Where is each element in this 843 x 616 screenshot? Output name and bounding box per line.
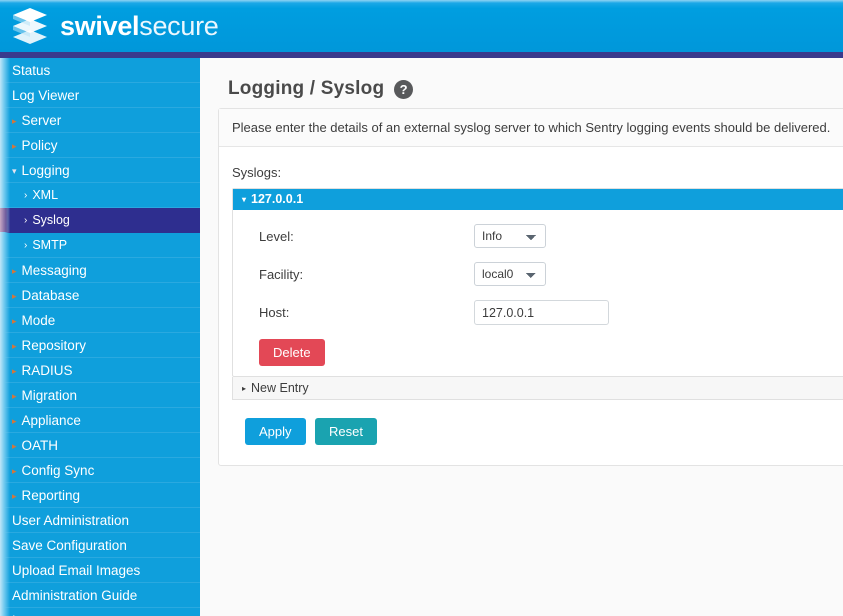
sidebar-item-label: Administration Guide [12,588,137,603]
sidebar-item-label: Appliance [22,413,81,428]
host-field-row: Host: [233,300,843,325]
sidebar-item-label: Log Viewer [12,88,79,103]
caret-right-icon: ▸ [12,117,17,126]
sidebar-item-appliance[interactable]: ▸ Appliance [0,408,200,433]
brand-name-strong: swivel [60,11,139,41]
syslog-entry-header[interactable]: ▾ 127.0.0.1 [233,189,843,210]
sidebar-item-logging[interactable]: ▾ Logging [0,158,200,183]
sidebar-item-label: XML [32,188,58,202]
apply-button[interactable]: Apply [245,418,306,445]
sidebar-item-label: OATH [22,438,59,453]
application-window: swivelsecure Status Log Viewer ▸ Server ▸ Pol… [0,0,843,616]
sidebar-item-label: RADIUS [22,363,73,378]
sidebar-item-smtp[interactable]: › SMTP [0,233,200,258]
sidebar-item-label: User Administration [12,513,129,528]
sidebar-item-syslog[interactable]: › Syslog [0,208,200,233]
level-label: Level: [259,229,474,244]
panel-body: Syslogs: ▾ 127.0.0.1 Level: EmergencyAler… [219,147,843,465]
sidebar-item-label: Messaging [22,263,87,278]
sidebar-item-log-viewer[interactable]: Log Viewer [0,83,200,108]
sidebar-item-migration[interactable]: ▸ Migration [0,383,200,408]
chevron-right-icon: › [24,241,27,251]
facility-label: Facility: [259,267,474,282]
sidebar-item-database[interactable]: ▸ Database [0,283,200,308]
sidebar-item-oath[interactable]: ▸ OATH [0,433,200,458]
sidebar-item-server[interactable]: ▸ Server [0,108,200,133]
facility-field-row: Facility: kernusermaildaemonauthsysloglo… [233,262,843,286]
syslog-entry-body: Level: EmergencyAlertCriticalErrorWarnin… [233,210,843,376]
chevron-down-icon: ▾ [242,195,246,204]
sidebar-item-radius[interactable]: ▸ RADIUS [0,358,200,383]
facility-select[interactable]: kernusermaildaemonauthsysloglocal0local1… [474,262,546,286]
delete-button[interactable]: Delete [259,339,325,366]
chevron-right-icon: › [24,191,27,201]
sidebar-item-repository[interactable]: ▸ Repository [0,333,200,358]
level-select[interactable]: EmergencyAlertCriticalErrorWarningNotice… [474,224,546,248]
brand-header: swivelsecure [0,0,843,52]
caret-down-icon: ▾ [12,167,17,176]
new-entry-accordion-header[interactable]: ▸ New Entry [232,377,843,400]
sidebar-item-policy[interactable]: ▸ Policy [0,133,200,158]
main-content: Logging / Syslog ? Please enter the deta… [200,58,843,616]
sidebar-item-reporting[interactable]: ▸ Reporting [0,483,200,508]
caret-right-icon: ▸ [12,467,17,476]
form-actions: Apply Reset [232,418,843,445]
host-label: Host: [259,305,474,320]
caret-right-icon: ▸ [12,342,17,351]
sidebar-item-logout[interactable]: Logout [0,608,200,616]
caret-right-icon: ▸ [12,392,17,401]
sidebar-item-user-administration[interactable]: User Administration [0,508,200,533]
caret-right-icon: ▸ [12,267,17,276]
sidebar-item-label: Reporting [22,488,81,503]
level-field-row: Level: EmergencyAlertCriticalErrorWarnin… [233,224,843,248]
host-input[interactable] [474,300,609,325]
caret-right-icon: ▸ [12,442,17,451]
chevron-right-icon: ▸ [242,384,246,393]
sidebar-item-label: Migration [22,388,78,403]
sidebar-item-label: Save Configuration [12,538,127,553]
sidebar-item-xml[interactable]: › XML [0,183,200,208]
sidebar-item-messaging[interactable]: ▸ Messaging [0,258,200,283]
syslogs-label: Syslogs: [232,165,843,180]
caret-right-icon: ▸ [12,292,17,301]
sidebar-item-config-sync[interactable]: ▸ Config Sync [0,458,200,483]
new-entry-label: New Entry [251,381,309,395]
caret-right-icon: ▸ [12,317,17,326]
sidebar-item-label: Database [22,288,80,303]
sidebar-item-upload-email-images[interactable]: Upload Email Images [0,558,200,583]
caret-right-icon: ▸ [12,492,17,501]
sidebar-navigation: Status Log Viewer ▸ Server ▸ Policy ▾ Logging › X… [0,58,200,616]
caret-right-icon: ▸ [12,367,17,376]
reset-button[interactable]: Reset [315,418,377,445]
swivel-cube-logo-icon [10,7,50,45]
brand-name-light: secure [139,11,218,41]
sidebar-item-label: SMTP [32,238,67,252]
sidebar-item-save-configuration[interactable]: Save Configuration [0,533,200,558]
sidebar-item-label: Server [22,113,62,128]
syslog-entry-title: 127.0.0.1 [251,192,303,206]
chevron-right-icon: › [24,216,27,226]
sidebar-item-administration-guide[interactable]: Administration Guide [0,583,200,608]
sidebar-item-label: Mode [22,313,56,328]
caret-right-icon: ▸ [12,417,17,426]
sidebar-item-label: Upload Email Images [12,563,140,578]
sidebar-item-status[interactable]: Status [0,58,200,83]
page-title-text: Logging / Syslog [228,78,384,100]
syslog-entry-accordion: ▾ 127.0.0.1 Level: EmergencyAlertCritical… [232,188,843,377]
sidebar-item-label: Config Sync [22,463,95,478]
sidebar-item-mode[interactable]: ▸ Mode [0,308,200,333]
syslog-panel: Please enter the details of an external … [218,108,843,466]
sidebar-item-label: Policy [22,138,58,153]
sidebar-item-label: Syslog [32,213,70,227]
panel-description: Please enter the details of an external … [219,109,843,147]
sidebar-item-label: Repository [22,338,87,353]
brand-wordmark: swivelsecure [60,13,219,40]
sidebar-item-label: Status [12,63,50,78]
question-mark-circle-icon[interactable]: ? [394,80,413,99]
page-title: Logging / Syslog ? [228,78,843,100]
caret-right-icon: ▸ [12,142,17,151]
sidebar-item-label: Logging [22,163,70,178]
